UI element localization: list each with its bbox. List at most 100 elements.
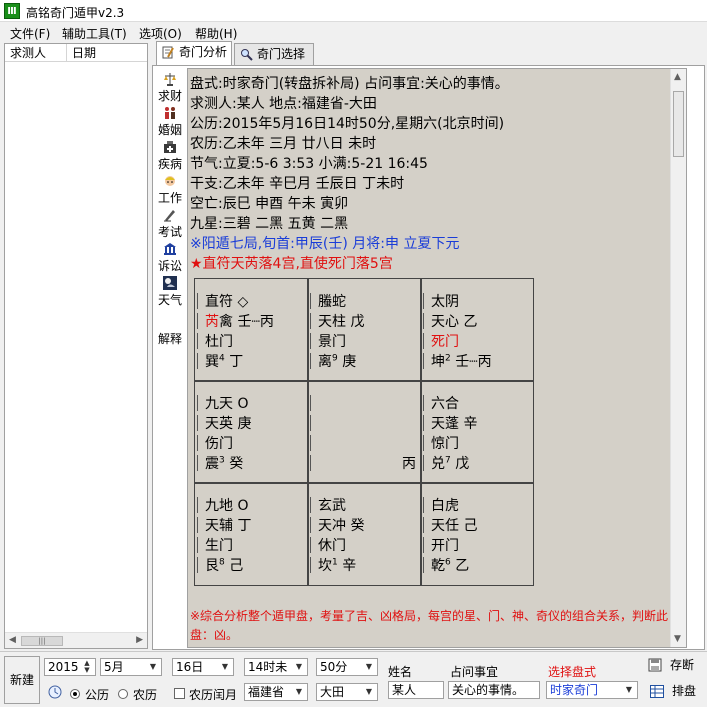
menu-options[interactable]: 选项(O)	[139, 25, 182, 42]
analysis-panel: 求财 婚姻 疾病 工作 考试 诉讼 天气 解释 盘式:时家奇门(转盘拆补局) 占…	[152, 65, 705, 650]
refresh-icon[interactable]	[47, 684, 63, 700]
column-header-date[interactable]: 日期	[67, 44, 147, 62]
menu-help[interactable]: 帮助(H)	[195, 25, 237, 42]
chevron-down-icon[interactable]: ▼	[362, 660, 376, 674]
tab-qimen-analysis[interactable]: 奇门分析	[156, 41, 232, 66]
month-select[interactable]: 5月 ▼	[100, 658, 162, 676]
chart-type-value: 时家奇门	[550, 683, 599, 697]
chart-type-select[interactable]: 时家奇门 ▼	[546, 681, 638, 699]
hour-select[interactable]: 14时未 ▼	[244, 658, 308, 676]
palace-star-line: 天任 己	[431, 515, 477, 535]
gregorian-radio[interactable]	[70, 689, 80, 699]
palace-door: 开门	[431, 538, 459, 554]
star-stem: 天心 乙	[431, 314, 478, 330]
category-lawsuit[interactable]: 诉讼	[155, 242, 185, 274]
save-icon	[648, 658, 662, 672]
cell-border-mark	[310, 497, 311, 513]
category-weather[interactable]: 天气	[155, 276, 185, 308]
earth-stem: 戊	[455, 456, 470, 472]
cell-border-mark	[310, 353, 311, 369]
cell-border-mark	[197, 497, 198, 513]
year-value: 2015	[48, 660, 79, 674]
arrange-button[interactable]: 排盘	[644, 680, 702, 704]
category-exam[interactable]: 考试	[155, 208, 185, 240]
new-button[interactable]: 新建	[4, 656, 40, 704]
palace-door: 生门	[205, 538, 233, 554]
trigram: 巽	[205, 354, 219, 370]
weather-icon	[163, 276, 177, 290]
cell-border-mark	[197, 395, 198, 411]
palace-star-line: 天辅 丁	[205, 515, 251, 535]
star-stem: 天任 己	[431, 518, 478, 534]
palace-deity-line: 螣蛇	[318, 291, 346, 311]
category-marriage[interactable]: 婚姻	[155, 106, 185, 138]
trigram: 乾	[431, 558, 445, 574]
name-input[interactable]: 某人	[388, 681, 444, 699]
deity-name: 九天	[205, 396, 233, 412]
chevron-down-icon[interactable]: ▼	[218, 660, 232, 674]
palace-trigram-line: 乾6 乙	[431, 555, 529, 575]
palace-marker: ◇	[237, 294, 249, 310]
category-label: 疾病	[157, 157, 182, 171]
palace-star-line: 天蓬 辛	[431, 413, 477, 433]
province-select[interactable]: 福建省 ▼	[244, 683, 308, 701]
cell-border-mark	[310, 313, 311, 329]
matter-input[interactable]: 关心的事情。	[448, 681, 540, 699]
menu-bar: 文件(F) 辅助工具(T) 选项(O) 帮助(H)	[0, 22, 707, 42]
chevron-down-icon[interactable]: ▼	[622, 683, 636, 697]
chevron-down-icon[interactable]: ▼	[362, 685, 376, 699]
palace-door: 伤门	[205, 436, 233, 452]
horizontal-scrollbar[interactable]: ◀ ||| ▶	[5, 632, 147, 648]
palace-deity-line: 太阴	[431, 291, 459, 311]
name-label: 姓名	[388, 665, 413, 679]
lunar-radio[interactable]	[118, 689, 128, 699]
palace-cell: 九天 O 天英 庚伤门 震3 癸	[195, 381, 307, 483]
scroll-thumb[interactable]	[673, 91, 684, 157]
scroll-thumb[interactable]: |||	[21, 636, 63, 646]
cell-border-mark	[310, 455, 311, 471]
tab-qimen-select[interactable]: 奇门选择	[234, 43, 314, 65]
day-select[interactable]: 16日 ▼	[172, 658, 234, 676]
chevron-down-icon[interactable]: ▼	[292, 685, 306, 699]
chevron-down-icon[interactable]: ▼	[146, 660, 160, 674]
exam-icon	[164, 210, 175, 222]
palace-cell: 直符 ◇ 芮禽 壬┈丙 杜门 巽4 丁	[195, 279, 307, 381]
year-spinner[interactable]: 2015 ▲ ▼	[44, 658, 96, 676]
category-work[interactable]: 工作	[155, 174, 185, 206]
record-list[interactable]: 求测人 日期 ◀ ||| ▶	[4, 43, 148, 649]
palace-door: 休门	[318, 538, 346, 554]
scroll-up-icon[interactable]: ▲	[674, 72, 681, 82]
spinner-icon[interactable]: ▲ ▼	[80, 660, 94, 674]
analysis-text-area[interactable]: 盘式:时家奇门(转盘拆补局) 占问事宜:关心的事情。 求测人:某人 地点:福建省…	[187, 68, 687, 648]
category-wealth[interactable]: 求财	[155, 72, 185, 104]
scroll-down-icon[interactable]: ▼	[674, 634, 681, 644]
menu-tools[interactable]: 辅助工具(T)	[62, 25, 127, 42]
earth-stem: 庚	[342, 354, 357, 370]
bottom-toolbar: 新建 2015 ▲ ▼ 5月 ▼ 16日 ▼ 14时未 ▼ 50分 ▼ 公历 农历 农历闰…	[0, 651, 707, 707]
minute-select[interactable]: 50分 ▼	[316, 658, 378, 676]
palace-star-line: 天柱 戊	[318, 311, 364, 331]
vertical-scrollbar[interactable]: ▲ ▼	[670, 69, 686, 647]
scroll-left-icon[interactable]: ◀	[9, 635, 16, 645]
leap-month-label: 农历闰月	[189, 688, 238, 702]
scroll-right-icon[interactable]: ▶	[136, 635, 143, 645]
tab-label: 奇门选择	[257, 47, 306, 61]
cell-border-mark	[423, 497, 424, 513]
column-header-person[interactable]: 求测人	[5, 44, 67, 62]
palace-cell: 六合 天蓬 辛惊门 兑7 戊	[421, 381, 533, 483]
palace-cell: 太阴 天心 乙死门 坤2 壬┈丙	[421, 279, 533, 381]
leap-month-checkbox[interactable]	[174, 688, 185, 699]
info-line: 农历:乙未年 三月 廿八日 未时	[190, 136, 377, 152]
chevron-down-icon[interactable]: ▼	[292, 660, 306, 674]
menu-file[interactable]: 文件(F)	[10, 25, 50, 42]
deity-name: 九地	[205, 498, 233, 514]
save-judgment-button[interactable]: 存断	[644, 654, 702, 678]
category-explain[interactable]: 解释	[155, 330, 185, 347]
city-select[interactable]: 大田 ▼	[316, 683, 378, 701]
cell-border-mark	[197, 517, 198, 533]
palace-deity-line: 白虎	[431, 495, 459, 515]
palace-number: 3	[219, 455, 225, 466]
category-illness[interactable]: 疾病	[155, 140, 185, 172]
deity-name: 直符	[205, 294, 233, 310]
palace-deity-line: 九天 O	[205, 393, 248, 413]
